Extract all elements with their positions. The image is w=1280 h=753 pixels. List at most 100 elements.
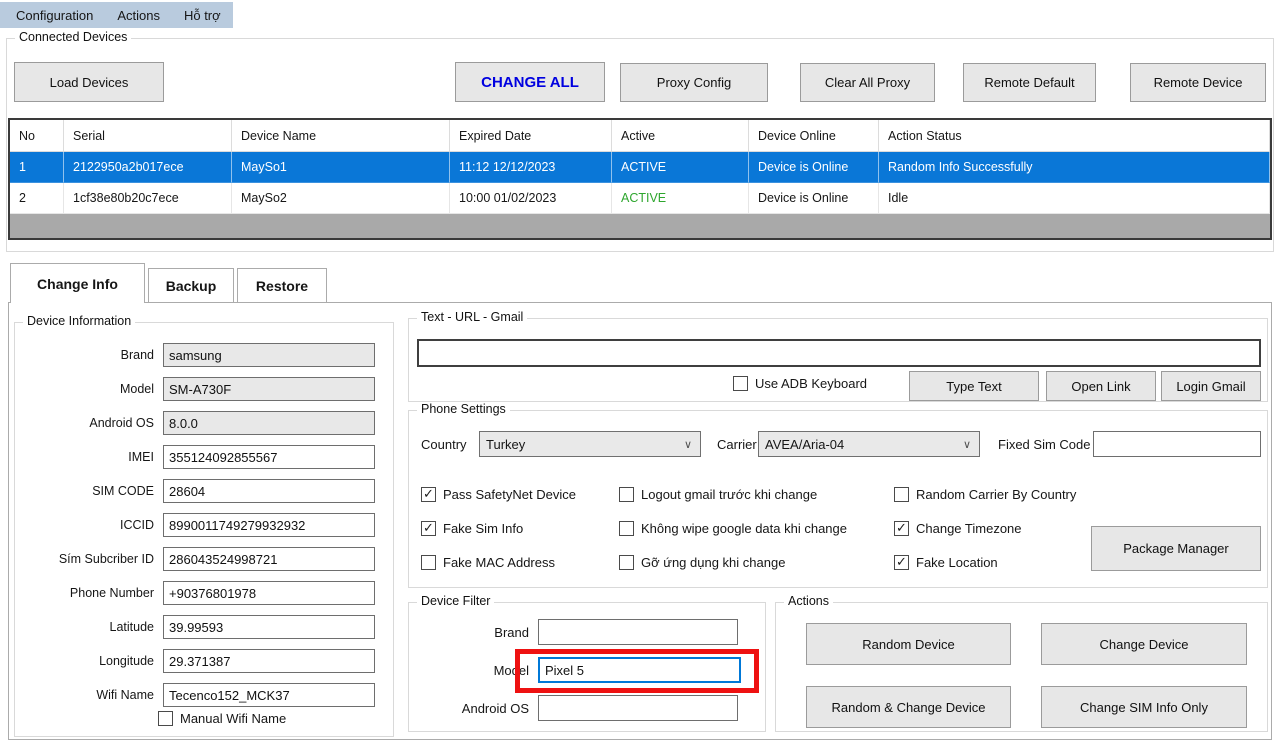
device-changer-window: Configuration Actions Hỗ trợ Connected D…: [0, 0, 1280, 753]
random-device-button[interactable]: Random Device: [806, 623, 1011, 665]
use-adb-keyboard-checkbox[interactable]: Use ADB Keyboard: [733, 376, 867, 391]
filter-brand-label: Brand: [441, 625, 538, 640]
load-devices-button[interactable]: Load Devices: [14, 62, 164, 102]
carrier-label: Carrier: [717, 437, 757, 452]
type-text-button[interactable]: Type Text: [909, 371, 1039, 401]
remote-default-button[interactable]: Remote Default: [963, 63, 1096, 102]
column-header-device-online[interactable]: Device Online: [749, 120, 879, 151]
model-field-row: Model: [23, 376, 387, 402]
fake-location-checkbox[interactable]: ✓ Fake Location: [894, 555, 998, 570]
country-label: Country: [421, 437, 467, 452]
table-row[interactable]: 2 1cf38e80b20c7ece MaySo2 10:00 01/02/20…: [10, 183, 1270, 214]
remove-apps-checkbox[interactable]: Gỡ ứng dụng khi change: [619, 555, 785, 570]
table-row[interactable]: 1 2122950a2b017ece MaySo1 11:12 12/12/20…: [10, 152, 1270, 183]
clear-all-proxy-button[interactable]: Clear All Proxy: [800, 63, 935, 102]
imei-label: IMEI: [23, 450, 163, 464]
checkbox-box: [894, 487, 909, 502]
menu-item-support[interactable]: Hỗ trợ: [172, 8, 233, 23]
carrier-dropdown[interactable]: AVEA/Aria-04 ∨: [758, 431, 980, 457]
checkbox-box: [733, 376, 748, 391]
latitude-label: Latitude: [23, 620, 163, 634]
sim-subscriber-field[interactable]: [163, 547, 375, 571]
column-header-device-name[interactable]: Device Name: [232, 120, 450, 151]
remote-device-button[interactable]: Remote Device: [1130, 63, 1266, 102]
cell-expired-date: 11:12 12/12/2023: [450, 152, 612, 183]
column-header-no[interactable]: No: [10, 120, 64, 151]
latitude-field[interactable]: [163, 615, 375, 639]
change-timezone-checkbox[interactable]: ✓ Change Timezone: [894, 521, 1022, 536]
cell-action-status: Random Info Successfully: [879, 152, 1270, 183]
no-wipe-google-data-checkbox[interactable]: Không wipe google data khi change: [619, 521, 847, 536]
fixed-sim-code-label: Fixed Sim Code: [998, 437, 1090, 452]
android-os-field[interactable]: [163, 411, 375, 435]
wifi-name-field-row: Wifi Name: [23, 682, 387, 708]
pass-safetynet-checkbox[interactable]: ✓ Pass SafetyNet Device: [421, 487, 576, 502]
checkbox-box: [619, 555, 634, 570]
sim-subscriber-label: Sím Subcriber ID: [23, 552, 163, 566]
checkbox-box: [421, 555, 436, 570]
menu-item-configuration[interactable]: Configuration: [4, 8, 105, 23]
imei-field-row: IMEI: [23, 444, 387, 470]
proxy-config-button[interactable]: Proxy Config: [620, 63, 768, 102]
random-carrier-checkbox[interactable]: Random Carrier By Country: [894, 487, 1076, 502]
sim-code-field[interactable]: [163, 479, 375, 503]
brand-field[interactable]: [163, 343, 375, 367]
filter-android-os-field[interactable]: [538, 695, 738, 721]
tab-change-info[interactable]: Change Info: [10, 263, 145, 303]
model-label: Model: [23, 382, 163, 396]
cell-action-status: Idle: [879, 183, 1270, 214]
iccid-field[interactable]: [163, 513, 375, 537]
fake-mac-address-checkbox[interactable]: Fake MAC Address: [421, 555, 555, 570]
column-header-active[interactable]: Active: [612, 120, 749, 151]
menu-item-actions[interactable]: Actions: [105, 8, 172, 23]
change-device-button[interactable]: Change Device: [1041, 623, 1247, 665]
package-manager-button[interactable]: Package Manager: [1091, 526, 1261, 571]
connected-devices-group-label: Connected Devices: [15, 30, 131, 44]
cell-expired-date: 10:00 01/02/2023: [450, 183, 612, 214]
model-field[interactable]: [163, 377, 375, 401]
brand-label: Brand: [23, 348, 163, 362]
column-header-serial[interactable]: Serial: [64, 120, 232, 151]
fixed-sim-code-field[interactable]: [1093, 431, 1261, 457]
country-value: Turkey: [486, 437, 525, 452]
wifi-name-field[interactable]: [163, 683, 375, 707]
column-header-expired-date[interactable]: Expired Date: [450, 120, 612, 151]
iccid-label: ICCID: [23, 518, 163, 532]
longitude-field[interactable]: [163, 649, 375, 673]
sim-subscriber-field-row: Sím Subcriber ID: [23, 546, 387, 572]
phone-number-field[interactable]: [163, 581, 375, 605]
column-header-action-status[interactable]: Action Status: [879, 120, 1270, 151]
logout-gmail-checkbox[interactable]: Logout gmail trước khi change: [619, 487, 817, 502]
fake-sim-info-checkbox[interactable]: ✓ Fake Sim Info: [421, 521, 523, 536]
carrier-value: AVEA/Aria-04: [765, 437, 844, 452]
text-url-input[interactable]: [417, 339, 1261, 367]
login-gmail-button[interactable]: Login Gmail: [1161, 371, 1261, 401]
chevron-down-icon: ∨: [684, 438, 694, 451]
latitude-field-row: Latitude: [23, 614, 387, 640]
filter-android-os-row: Android OS: [441, 695, 738, 721]
phone-number-field-row: Phone Number: [23, 580, 387, 606]
country-dropdown[interactable]: Turkey ∨: [479, 431, 701, 457]
checkbox-box: [158, 711, 173, 726]
devices-table: No Serial Device Name Expired Date Activ…: [8, 118, 1272, 240]
imei-field[interactable]: [163, 445, 375, 469]
change-sim-info-only-button[interactable]: Change SIM Info Only: [1041, 686, 1247, 728]
tab-backup[interactable]: Backup: [148, 268, 234, 302]
manual-wifi-name-checkbox[interactable]: Manual Wifi Name: [158, 711, 286, 726]
iccid-field-row: ICCID: [23, 512, 387, 538]
cell-serial: 1cf38e80b20c7ece: [64, 183, 232, 214]
device-information-group-label: Device Information: [23, 314, 135, 328]
random-and-change-device-button[interactable]: Random & Change Device: [806, 686, 1011, 728]
brand-field-row: Brand: [23, 342, 387, 368]
phone-settings-group: Phone Settings Country Turkey ∨ Carrier …: [408, 410, 1268, 588]
change-all-button[interactable]: CHANGE ALL: [455, 62, 605, 102]
tab-restore[interactable]: Restore: [237, 268, 327, 302]
longitude-label: Longitude: [23, 654, 163, 668]
cell-no: 1: [10, 152, 64, 183]
checkbox-box: [619, 521, 634, 536]
logout-gmail-label: Logout gmail trước khi change: [641, 487, 817, 502]
random-carrier-label: Random Carrier By Country: [916, 487, 1076, 502]
device-information-group: Device Information Brand Model Android O…: [14, 322, 394, 737]
filter-brand-field[interactable]: [538, 619, 738, 645]
open-link-button[interactable]: Open Link: [1046, 371, 1156, 401]
